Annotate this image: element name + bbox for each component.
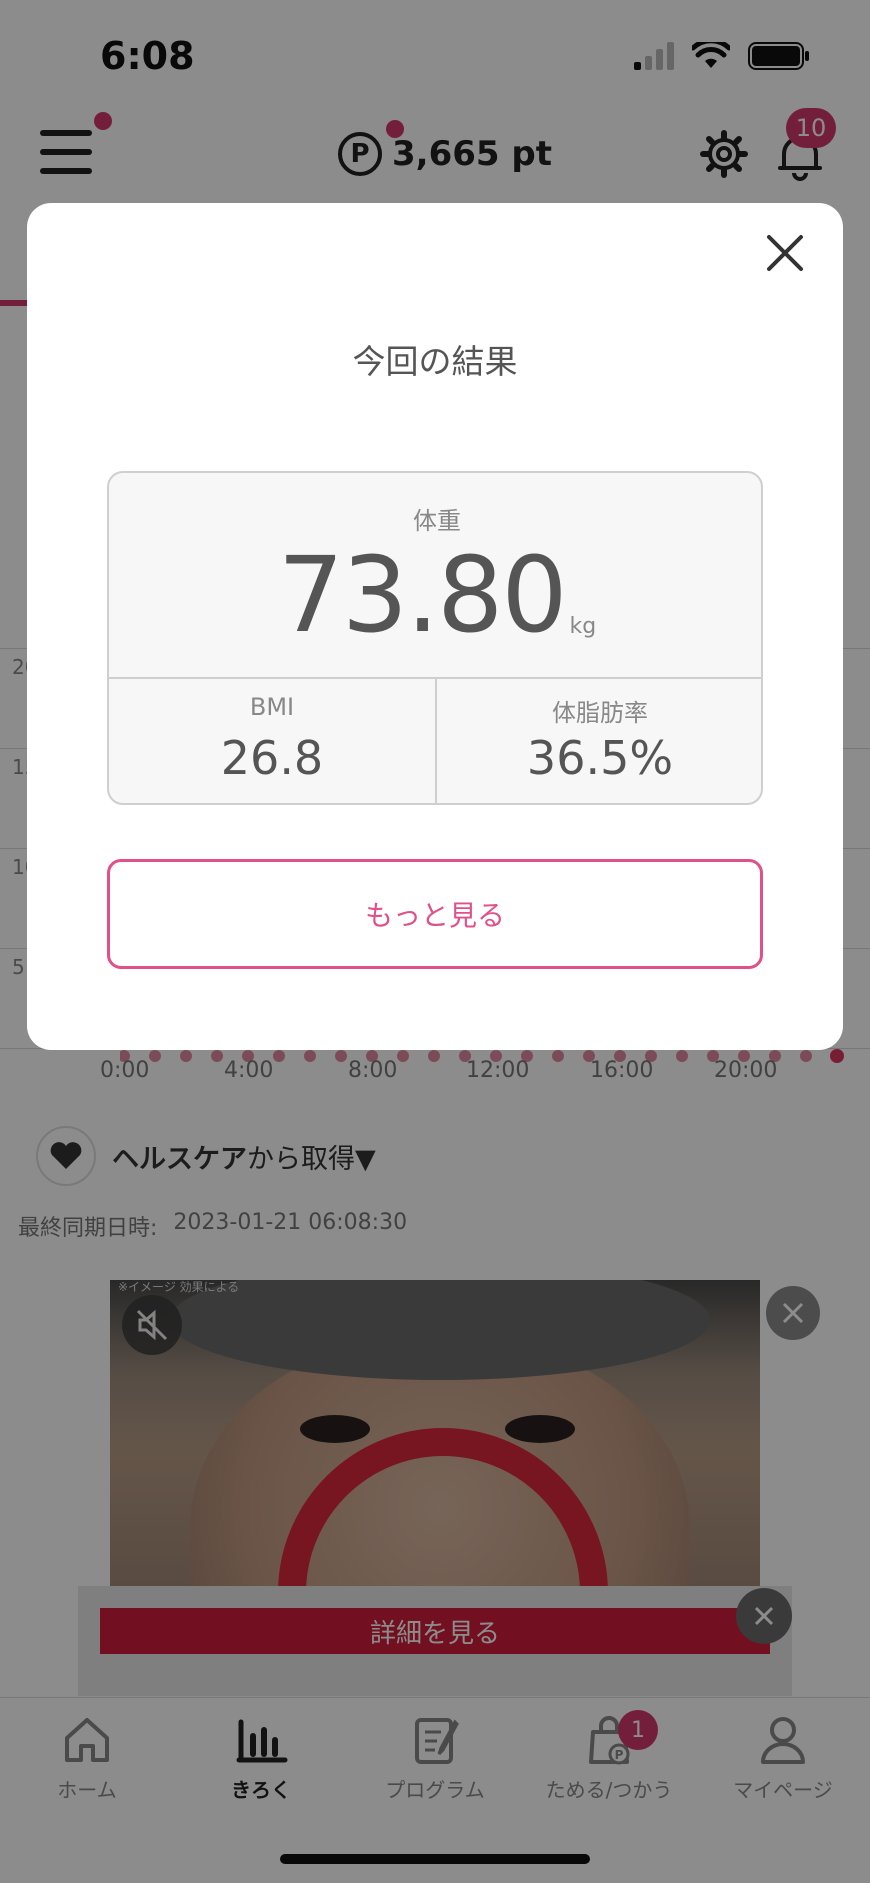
weight-value-row: 73.80 kg bbox=[109, 534, 761, 656]
result-box: 体重 73.80 kg BMI 26.8 体脂肪率 36.5% bbox=[107, 471, 763, 805]
body-fat-label: 体脂肪率 bbox=[552, 699, 648, 727]
close-icon[interactable] bbox=[757, 225, 813, 281]
weight-unit: kg bbox=[569, 614, 597, 639]
bmi-label: BMI bbox=[249, 693, 295, 721]
weight-value: 73.80 bbox=[277, 534, 568, 656]
see-more-button[interactable]: もっと見る bbox=[107, 859, 763, 969]
body-fat-cell: 体脂肪率 36.5% bbox=[437, 677, 761, 803]
bmi-cell: BMI 26.8 bbox=[109, 677, 435, 803]
result-modal: 今回の結果 体重 73.80 kg BMI 26.8 体脂肪率 36.5% もっ… bbox=[27, 203, 843, 1050]
weight-label: 体重 bbox=[413, 507, 461, 535]
modal-title: 今回の結果 bbox=[352, 342, 518, 381]
bmi-value: 26.8 bbox=[220, 731, 324, 785]
body-fat-value: 36.5% bbox=[526, 731, 674, 785]
